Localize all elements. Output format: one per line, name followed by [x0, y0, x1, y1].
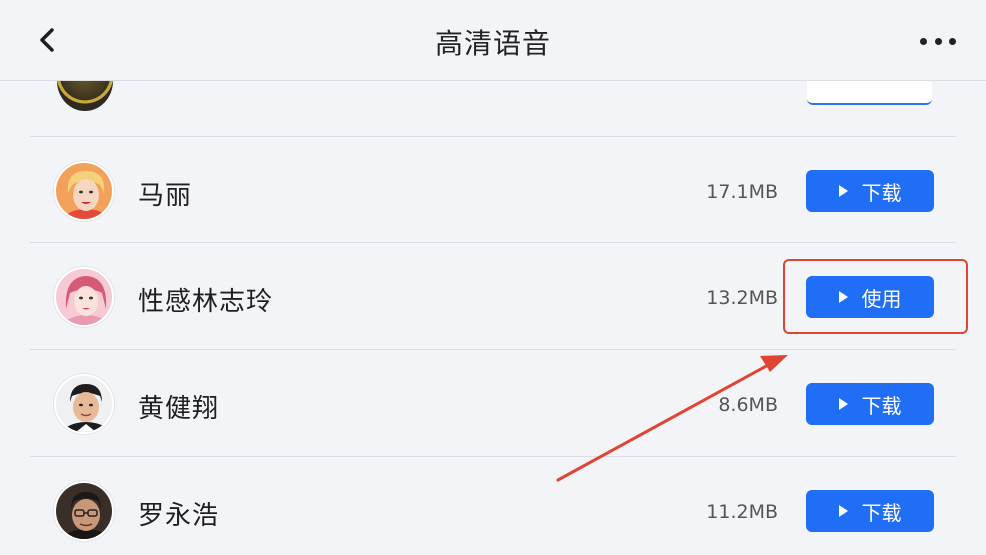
file-size: 17.1MB [706, 181, 778, 203]
avatar [57, 81, 113, 111]
more-dot-icon [949, 37, 956, 45]
play-icon [838, 185, 848, 197]
more-dot-icon [920, 37, 927, 45]
voice-name: 黄健翔 [138, 394, 220, 424]
avatar [54, 161, 114, 221]
list-item-voice[interactable]: 性感林志玲 13.2MB 使用 [0, 243, 986, 349]
play-icon [838, 291, 848, 303]
file-size: 8.6MB [718, 394, 778, 416]
button-label: 下载 [861, 180, 902, 205]
button-label: 下载 [861, 393, 902, 418]
list-item-partial[interactable] [0, 81, 986, 136]
voice-name: 马丽 [138, 181, 193, 211]
avatar [54, 267, 114, 327]
more-button[interactable] [918, 30, 958, 52]
play-icon [838, 505, 848, 517]
voice-name: 罗永浩 [138, 501, 220, 531]
more-dot-icon [934, 37, 942, 45]
top-nav-bar: 高清语音 [0, 0, 986, 81]
button-label: 使用 [861, 286, 902, 311]
voice-list-page: 高清语音 马丽 17.1MB 下载 性感林志玲 13.2MB 使用 黄健翔 8.… [0, 0, 986, 555]
file-size: 11.2MB [706, 501, 778, 523]
file-size: 13.2MB [706, 287, 778, 309]
partial-action-button[interactable] [807, 81, 932, 105]
use-button[interactable]: 使用 [806, 276, 934, 318]
button-label: 下载 [861, 500, 902, 525]
voice-name: 性感林志玲 [138, 287, 274, 317]
download-button[interactable]: 下载 [806, 170, 934, 212]
download-button[interactable]: 下载 [806, 490, 934, 532]
download-button[interactable]: 下载 [806, 383, 934, 425]
play-icon [838, 398, 848, 410]
list-item-voice[interactable]: 罗永浩 11.2MB 下载 [0, 457, 986, 555]
list-item-voice[interactable]: 黄健翔 8.6MB 下载 [0, 350, 986, 456]
avatar [54, 481, 114, 541]
list-item-voice[interactable]: 马丽 17.1MB 下载 [0, 137, 986, 243]
avatar [54, 374, 114, 434]
page-title: 高清语音 [434, 27, 551, 60]
